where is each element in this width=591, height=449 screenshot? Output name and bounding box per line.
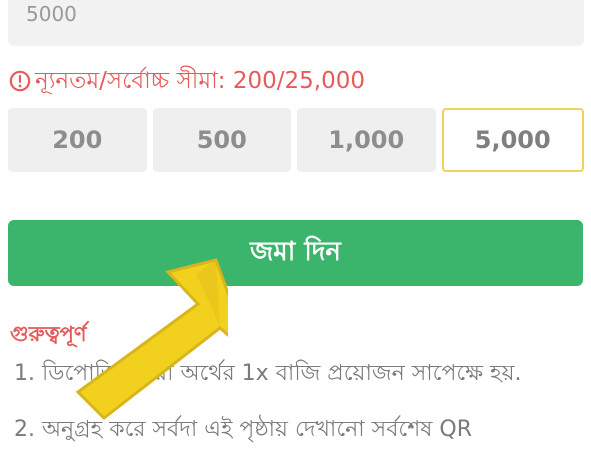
- warning-icon: [9, 70, 31, 92]
- amount-chip-1000[interactable]: 1,000: [297, 108, 436, 172]
- amount-chip-5000[interactable]: 5,000: [441, 108, 584, 172]
- amount-chip-200[interactable]: 200: [8, 108, 147, 172]
- pointer-arrow-icon: [75, 258, 228, 420]
- amount-chips: 200 500 1,000 5,000: [8, 108, 584, 172]
- amount-input[interactable]: 5000: [8, 0, 584, 46]
- amount-input-value: 5000: [26, 2, 77, 26]
- limit-info: ন্যূনতম/সর্বোচ্চ সীমা: 200/25,000: [9, 66, 365, 96]
- amount-chip-500[interactable]: 500: [152, 108, 291, 172]
- limit-text: ন্যূনতম/সর্বোচ্চ সীমা: 200/25,000: [35, 67, 365, 94]
